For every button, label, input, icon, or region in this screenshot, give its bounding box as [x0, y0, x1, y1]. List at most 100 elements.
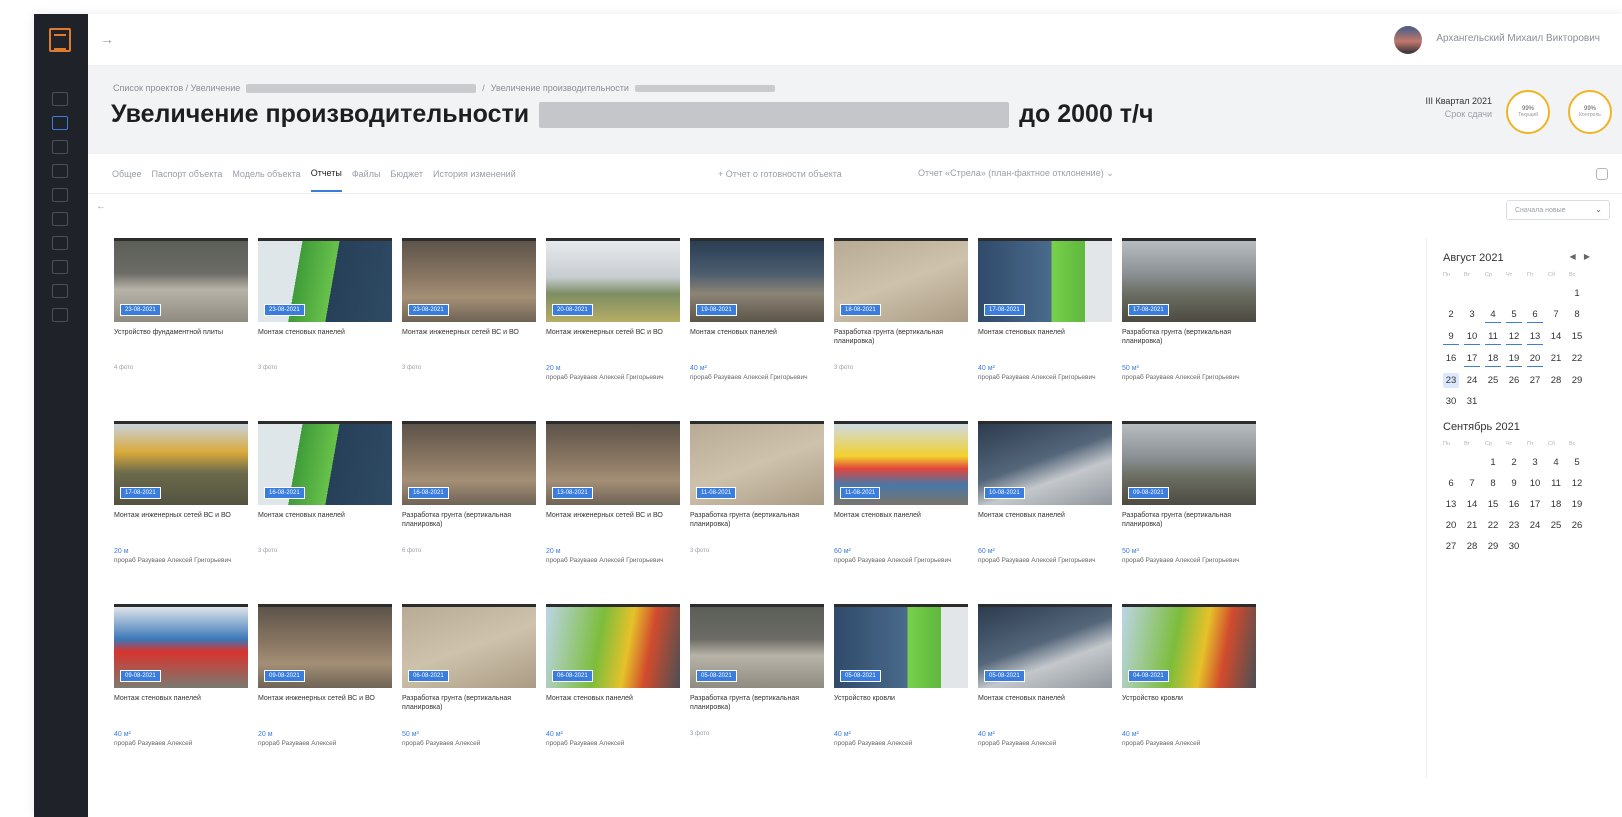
calendar-day[interactable]: 16	[1443, 351, 1459, 367]
calendar-day[interactable]: 23	[1506, 518, 1522, 533]
grid-icon[interactable]	[52, 140, 68, 154]
calendar-day[interactable]: 22	[1485, 518, 1501, 533]
report-photo[interactable]: 23-08-2021	[114, 238, 248, 322]
calendar-day[interactable]: 5	[1569, 455, 1585, 470]
calendar-day[interactable]: 7	[1548, 307, 1564, 323]
calendar-day[interactable]: 10	[1527, 476, 1543, 491]
warning-icon[interactable]	[52, 188, 68, 202]
report-photo[interactable]: 18-08-2021	[834, 238, 968, 322]
calendar-day[interactable]: 8	[1485, 476, 1501, 491]
calendar-day[interactable]: 12	[1506, 329, 1522, 345]
tab-reports[interactable]: Отчеты	[310, 156, 342, 192]
calendar-day[interactable]: 22	[1569, 351, 1585, 367]
report-photo[interactable]: 09-08-2021	[258, 604, 392, 688]
report-card[interactable]: 11-08-2021 Монтаж стеновых панелей 60 м² пр…	[834, 421, 968, 604]
calendar-day[interactable]: 3	[1527, 455, 1543, 470]
tab-budget[interactable]: Бюджет	[390, 157, 423, 191]
calendar-day[interactable]: 19	[1506, 351, 1522, 367]
report-card[interactable]: 05-08-2021 Разработка грунта (вертикальна…	[690, 604, 824, 787]
calendar-day[interactable]: 25	[1548, 518, 1564, 533]
calendar-day[interactable]: 30	[1506, 539, 1522, 554]
calendar-day[interactable]: 14	[1548, 329, 1564, 345]
report-card[interactable]: 09-08-2021 Разработка грунта (вертикальна…	[1122, 421, 1256, 604]
calendar-day[interactable]: 6	[1443, 476, 1459, 491]
report-photo[interactable]: 11-08-2021	[834, 421, 968, 505]
report-photo[interactable]: 05-08-2021	[834, 604, 968, 688]
calendar-day[interactable]: 29	[1569, 373, 1585, 388]
report-photo[interactable]: 17-08-2021	[1122, 238, 1256, 322]
report-card[interactable]: 11-08-2021 Разработка грунта (вертикальна…	[690, 421, 824, 604]
calendar-day[interactable]: 9	[1506, 476, 1522, 491]
projects-icon[interactable]	[52, 116, 68, 130]
report-photo[interactable]: 10-08-2021	[978, 421, 1112, 505]
calendar-day[interactable]: 13	[1443, 497, 1459, 512]
calendar-day[interactable]: 21	[1548, 351, 1564, 367]
calendar-day[interactable]: 30	[1443, 394, 1459, 409]
calendar-day[interactable]: 14	[1464, 497, 1480, 512]
report-photo[interactable]: 05-08-2021	[690, 604, 824, 688]
calendar-day[interactable]: 11	[1485, 329, 1501, 345]
calendar-day[interactable]: 15	[1485, 497, 1501, 512]
readiness-report-link[interactable]: + Отчет о готовности объекта	[718, 169, 842, 179]
calendar-day[interactable]: 31	[1464, 394, 1480, 409]
report-photo[interactable]: 17-08-2021	[114, 421, 248, 505]
logo-icon[interactable]	[49, 28, 71, 52]
report-card[interactable]: 20-08-2021 Монтаж инженерных сетей ВС и В…	[546, 238, 680, 421]
calendar-day[interactable]: 24	[1527, 518, 1543, 533]
report-photo[interactable]: 23-08-2021	[402, 238, 536, 322]
report-photo[interactable]: 16-08-2021	[402, 421, 536, 505]
book-icon[interactable]	[52, 284, 68, 298]
settings-icon[interactable]	[1596, 168, 1608, 180]
report-photo[interactable]: 06-08-2021	[402, 604, 536, 688]
calendar-day[interactable]: 10	[1464, 329, 1480, 345]
month-nav-arrows-icon[interactable]: ◀ ▶	[1569, 252, 1593, 264]
calendar-day[interactable]: 24	[1464, 373, 1480, 388]
breadcrumb-root[interactable]: Список проектов / Увеличение	[113, 83, 240, 93]
report-photo[interactable]: 19-08-2021	[690, 238, 824, 322]
calendar-day[interactable]: 28	[1548, 373, 1564, 388]
calendar-day[interactable]: 9	[1443, 329, 1459, 345]
strela-report-dropdown[interactable]: Отчет «Стрела» (план-фактное отклонение)…	[918, 168, 1114, 179]
calendar-day[interactable]: 23	[1443, 373, 1459, 388]
report-card[interactable]: 09-08-2021 Монтаж стеновых панелей 40 м² пр…	[114, 604, 248, 787]
calendar-day[interactable]: 27	[1443, 539, 1459, 554]
report-photo[interactable]: 06-08-2021	[546, 604, 680, 688]
back-arrow-icon[interactable]: ←	[96, 201, 106, 212]
calendar-day[interactable]: 19	[1569, 497, 1585, 512]
report-card[interactable]: 06-08-2021 Монтаж стеновых панелей 40 м² пр…	[546, 604, 680, 787]
cloud-icon[interactable]	[52, 236, 68, 250]
calendar-day[interactable]: 27	[1527, 373, 1543, 388]
calendar-day[interactable]: 13	[1527, 329, 1543, 345]
calendar-day[interactable]: 11	[1548, 476, 1564, 491]
report-card[interactable]: 16-08-2021 Разработка грунта (вертикальна…	[402, 421, 536, 604]
tab-general[interactable]: Общее	[112, 157, 141, 191]
calendar-day[interactable]: 4	[1548, 455, 1564, 470]
calendar-day[interactable]: 29	[1485, 539, 1501, 554]
document-icon[interactable]	[52, 308, 68, 322]
report-card[interactable]: 17-08-2021 Разработка грунта (вертикальна…	[1122, 238, 1256, 421]
report-photo[interactable]: 20-08-2021	[546, 238, 680, 322]
calendar-day[interactable]: 16	[1506, 497, 1522, 512]
report-card[interactable]: 05-08-2021 Монтаж стеновых панелей 40 м² пр…	[978, 604, 1112, 787]
report-photo[interactable]: 05-08-2021	[978, 604, 1112, 688]
calendar-day[interactable]: 3	[1464, 307, 1480, 323]
report-photo[interactable]: 16-08-2021	[258, 421, 392, 505]
calendar-day[interactable]: 12	[1569, 476, 1585, 491]
report-card[interactable]: 16-08-2021 Монтаж стеновых панелей 3 фото	[258, 421, 392, 604]
tab-history[interactable]: История изменений	[433, 157, 516, 191]
calendar-day[interactable]: 7	[1464, 476, 1480, 491]
calendar-day[interactable]: 2	[1506, 455, 1522, 470]
report-photo[interactable]: 11-08-2021	[690, 421, 824, 505]
tab-model[interactable]: Модель объекта	[232, 157, 300, 191]
calendar-day[interactable]: 26	[1569, 518, 1585, 533]
calendar-day[interactable]: 2	[1443, 307, 1459, 323]
menu-icon[interactable]	[52, 92, 68, 106]
calendar-day[interactable]: 20	[1527, 351, 1543, 367]
user-name[interactable]: Архангельский Михаил Викторович	[1436, 33, 1600, 44]
calendar-day[interactable]: 17	[1527, 497, 1543, 512]
calendar-day[interactable]: 1	[1485, 455, 1501, 470]
calendar-day[interactable]: 15	[1569, 329, 1585, 345]
report-card[interactable]: 23-08-2021 Монтаж стеновых панелей 3 фото	[258, 238, 392, 421]
calendar-day[interactable]: 26	[1506, 373, 1522, 388]
report-card[interactable]: 05-08-2021 Устройство кровли 40 м² прораб Р…	[834, 604, 968, 787]
